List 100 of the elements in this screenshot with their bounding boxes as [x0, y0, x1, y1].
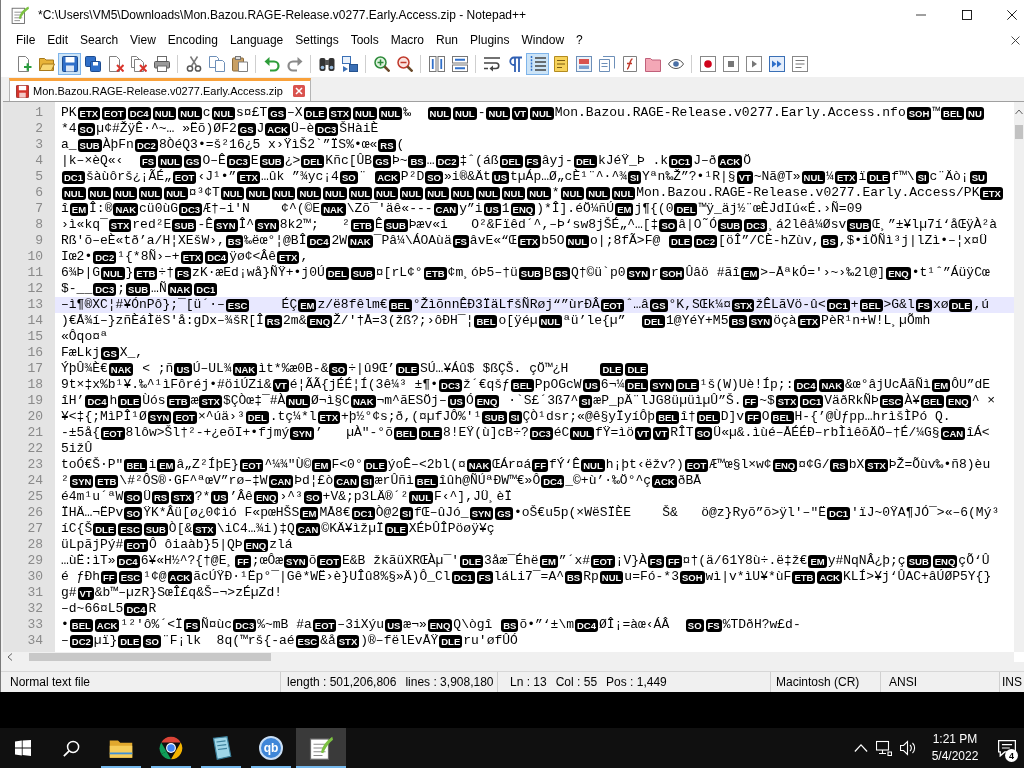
control-char-tag: VT [634, 426, 652, 440]
control-char-tag: NUL [348, 186, 373, 200]
control-char-tag: SO [329, 362, 348, 376]
control-char-tag: DLE [439, 634, 463, 648]
control-char-tag: NUL [87, 186, 112, 200]
code-text: 9t×‡x%b¹¥.‰^¹ìFôréj•#öiÚZi& [61, 377, 272, 393]
menu-item[interactable]: Tools [344, 30, 385, 51]
code-text: y#NqNÂ [827, 553, 875, 569]
code-text: ¹š(W)Uè!Íp;: [699, 377, 794, 393]
menu-item[interactable]: View [124, 30, 162, 51]
code-text: ‹J¹•” [197, 169, 237, 185]
control-char-tag: NUL [501, 186, 526, 200]
control-char-tag: SUB [718, 218, 743, 232]
control-char-tag: NUL [450, 186, 475, 200]
control-char-tag: DC1 [826, 298, 850, 312]
control-char-tag: SI [400, 506, 414, 520]
code-text: FæLkj [61, 345, 100, 361]
code-text: j¶{(0 [634, 201, 674, 217]
round-logo-icon[interactable] [159, 736, 183, 760]
code-text: , [300, 249, 309, 265]
menu-item[interactable]: Language [223, 30, 290, 51]
menu-item[interactable]: Encoding [161, 30, 224, 51]
clock-time[interactable]: 1:21 PM [932, 731, 978, 748]
code-text: ÔU”dE [951, 377, 991, 393]
toolbar-button[interactable] [58, 53, 81, 75]
control-char-tag: RS [264, 314, 283, 328]
menu-item[interactable]: ? [570, 30, 589, 51]
code-text: $-__ [61, 281, 93, 297]
code-text: ŒÁr¤á [492, 457, 532, 473]
control-char-tag: DLE [675, 378, 699, 392]
control-char-tag: ETX [180, 250, 204, 264]
menu-item[interactable]: Window [515, 30, 571, 51]
control-char-tag: ENQ [932, 554, 958, 568]
scrollbar[interactable] [1014, 102, 1024, 652]
new-file-icon [15, 56, 32, 72]
code-text: PK [61, 105, 77, 121]
scrollbar[interactable] [3, 652, 1014, 662]
control-char-tag: ENQ [474, 394, 500, 408]
scrollbar-thumb[interactable] [1015, 125, 1023, 139]
code-text: ÇÒ¹dsr;«@ê§yÏyíÔþ [522, 409, 656, 425]
control-char-tag: SOH [679, 570, 705, 584]
code-text: P²D [400, 169, 425, 185]
code-text: >G&l [883, 297, 915, 313]
code-text: xø [932, 297, 949, 313]
control-char-tag: ETX [517, 234, 541, 248]
code-text: ^¼¾"Ù© [264, 457, 312, 473]
menu-item[interactable]: Search [74, 30, 125, 51]
control-char-tag: ESC [118, 522, 142, 536]
menu-item[interactable]: Settings [289, 30, 345, 51]
code-text: 6¥«H½^?{†@E¸ [140, 553, 235, 569]
code-text: ™ÿ_äj½¨œÈJdIú«É.›Ñ=09 [698, 201, 863, 217]
clock-date[interactable]: 5/4/2022 [931, 748, 979, 765]
code-text: -±5å{ [61, 425, 100, 441]
code-text: 2m& [283, 313, 307, 329]
close-icon[interactable] [1011, 36, 1020, 45]
control-char-tag: DC4 [575, 618, 598, 632]
control-char-tag: NUL [453, 106, 477, 120]
control-char-tag: SYN [284, 554, 308, 568]
code-text: ¤[rL¢° [375, 265, 423, 281]
menu-item[interactable]: Macro [384, 30, 430, 51]
control-char-tag: ETX [276, 250, 300, 264]
line-number: 34 [27, 633, 44, 649]
menu-item[interactable]: Edit [41, 30, 75, 51]
code-text: ,$•iÖÑì³j|lZì•–¦x¤Ü [838, 233, 987, 249]
menu-item[interactable]: Run [430, 30, 465, 51]
undo-icon [263, 56, 280, 72]
close-icon[interactable] [292, 85, 305, 97]
code-text: h¡þt‹ëžv?) [605, 457, 684, 473]
indent-lines-icon [529, 56, 546, 72]
code-text: E&B žkãüXRŒÀµ¯' [341, 553, 459, 569]
control-char-tag: NUL [374, 186, 398, 200]
code-text: J–ð [693, 153, 717, 169]
line-number: 16 [27, 345, 44, 361]
taskbar-app-button[interactable]: qb [246, 728, 296, 768]
control-char-tag: DLE [460, 554, 483, 568]
code-text: é¦ÃÃ{jÉÉ¦Í(3ê¼³ ±¶• [289, 377, 438, 393]
notepad-icon[interactable] [309, 736, 333, 760]
control-char-tag: SUB [518, 266, 543, 280]
notification-button[interactable]: 4 [990, 728, 1024, 768]
file-tab[interactable]: Mon.Bazou.RAGE-Release.v0277.Early.Access.zip [9, 78, 311, 101]
control-char-tag: SI [508, 410, 522, 424]
control-char-tag: DLE [669, 234, 693, 248]
control-char-tag: NUL [581, 458, 605, 472]
menu-item[interactable]: File [10, 30, 42, 51]
code-text: ~$ [759, 393, 775, 409]
control-char-tag: SUB [126, 282, 151, 296]
control-char-tag: GS [649, 298, 668, 312]
taskbar-app-button[interactable] [296, 728, 346, 768]
control-char-tag: DC3 [179, 202, 203, 216]
control-char-tag: FS [476, 570, 493, 584]
layout-icon [575, 56, 592, 72]
caret-left-icon [6, 653, 14, 661]
menu-item[interactable]: Plugins [464, 30, 516, 51]
scrollbar-thumb[interactable] [29, 653, 271, 661]
control-char-tag: ETB [350, 218, 374, 232]
control-char-tag: SUB [847, 218, 872, 232]
code-text: F<0° [331, 457, 363, 473]
code-text: –ì¶®XC¦#¥ÓnPô};¯[ü´·– [61, 297, 225, 313]
control-char-tag: EOT [312, 618, 337, 632]
code-text: ærÛñì [374, 473, 414, 489]
